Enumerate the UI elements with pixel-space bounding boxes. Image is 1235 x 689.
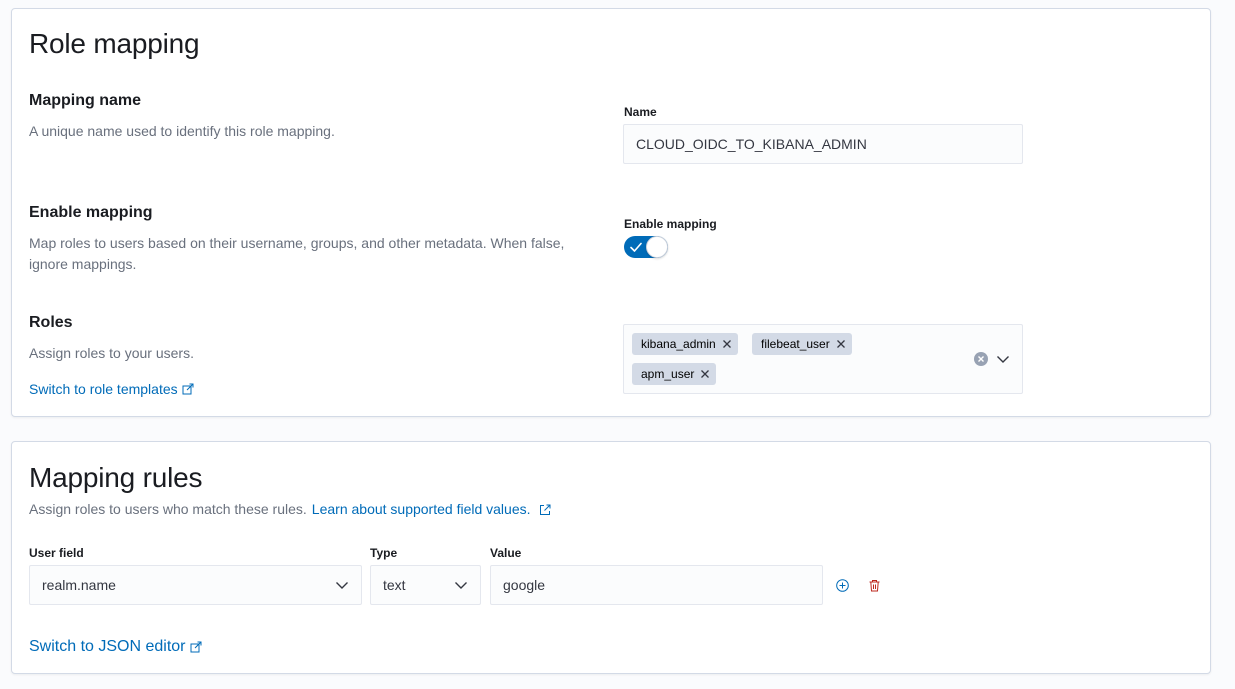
mapping-rules-title: Mapping rules (29, 462, 203, 493)
role-pill-label: filebeat_user (761, 337, 830, 351)
mapping-rules-panel: Mapping rules Assign roles to users who … (11, 441, 1211, 674)
role-mapping-panel: Role mapping Mapping name A unique name … (11, 8, 1211, 417)
external-link-icon (539, 504, 551, 515)
type-field-label: Type (370, 546, 398, 560)
enable-mapping-description: Map roles to users based on their userna… (29, 233, 609, 275)
value-field-label: Value (490, 546, 522, 560)
remove-role-icon[interactable] (836, 339, 846, 349)
role-mapping-title: Role mapping (29, 28, 200, 59)
add-rule-button[interactable] (835, 578, 849, 592)
mapping-rules-description: Assign roles to users who match these ru… (29, 501, 307, 517)
roles-combobox[interactable]: kibana_admin filebeat_user apm_user (623, 324, 1023, 394)
learn-supported-values-label: Learn about supported field values. (311, 501, 531, 517)
role-pill-kibana-admin: kibana_admin (632, 333, 738, 355)
role-pill-apm-user: apm_user (632, 363, 717, 385)
check-icon (630, 242, 642, 252)
remove-role-icon[interactable] (700, 369, 710, 379)
learn-supported-values-link[interactable]: Learn about supported field values. (312, 499, 551, 520)
enable-mapping-toggle[interactable] (624, 236, 668, 258)
toggle-knob (646, 236, 668, 258)
roles-dropdown-toggle[interactable] (995, 351, 1011, 367)
enable-mapping-heading: Enable mapping (29, 204, 153, 221)
role-pill-filebeat-user: filebeat_user (752, 333, 852, 355)
user-field-label: User field (29, 546, 84, 560)
mapping-name-input[interactable]: CLOUD_OIDC_TO_KIBANA_ADMIN (623, 124, 1023, 164)
clear-roles-button[interactable] (973, 351, 989, 367)
chevron-down-icon (455, 582, 467, 589)
plus-in-circle-icon (835, 578, 849, 592)
clear-icon (974, 352, 988, 366)
roles-description: Assign roles to your users. (29, 345, 194, 361)
role-pill-label: kibana_admin (641, 337, 716, 351)
mapping-name-value: CLOUD_OIDC_TO_KIBANA_ADMIN (636, 136, 867, 152)
user-field-select[interactable]: realm.name (29, 565, 362, 605)
roles-heading: Roles (29, 314, 73, 331)
type-select[interactable]: text (370, 565, 481, 605)
switch-to-json-editor-link[interactable]: Switch to JSON editor (29, 638, 202, 656)
chevron-down-icon (997, 356, 1009, 363)
popout-icon (190, 641, 201, 653)
user-field-value: realm.name (42, 577, 116, 593)
mapping-name-description: A unique name used to identify this role… (29, 123, 335, 139)
trash-icon (869, 579, 879, 591)
mapping-rules-description-row: Assign roles to users who match these ru… (29, 499, 551, 520)
remove-role-icon[interactable] (722, 339, 732, 349)
value-input-text: google (503, 577, 546, 593)
enable-mapping-description-line2: ignore mappings. (29, 256, 137, 272)
switch-to-json-editor-label: Switch to JSON editor (29, 638, 186, 655)
name-field-label: Name (624, 105, 657, 119)
switch-to-role-templates-link[interactable]: Switch to role templates (29, 381, 194, 397)
type-value: text (383, 577, 406, 593)
popout-icon (182, 383, 194, 395)
value-input[interactable]: google (490, 565, 823, 605)
enable-mapping-field-label: Enable mapping (624, 217, 717, 231)
chevron-down-icon (336, 582, 348, 589)
switch-to-role-templates-label: Switch to role templates (29, 381, 178, 397)
mapping-name-heading: Mapping name (29, 92, 142, 109)
delete-rule-button[interactable] (867, 578, 881, 592)
enable-mapping-description-line1: Map roles to users based on their userna… (29, 235, 565, 251)
role-pill-label: apm_user (641, 367, 695, 381)
